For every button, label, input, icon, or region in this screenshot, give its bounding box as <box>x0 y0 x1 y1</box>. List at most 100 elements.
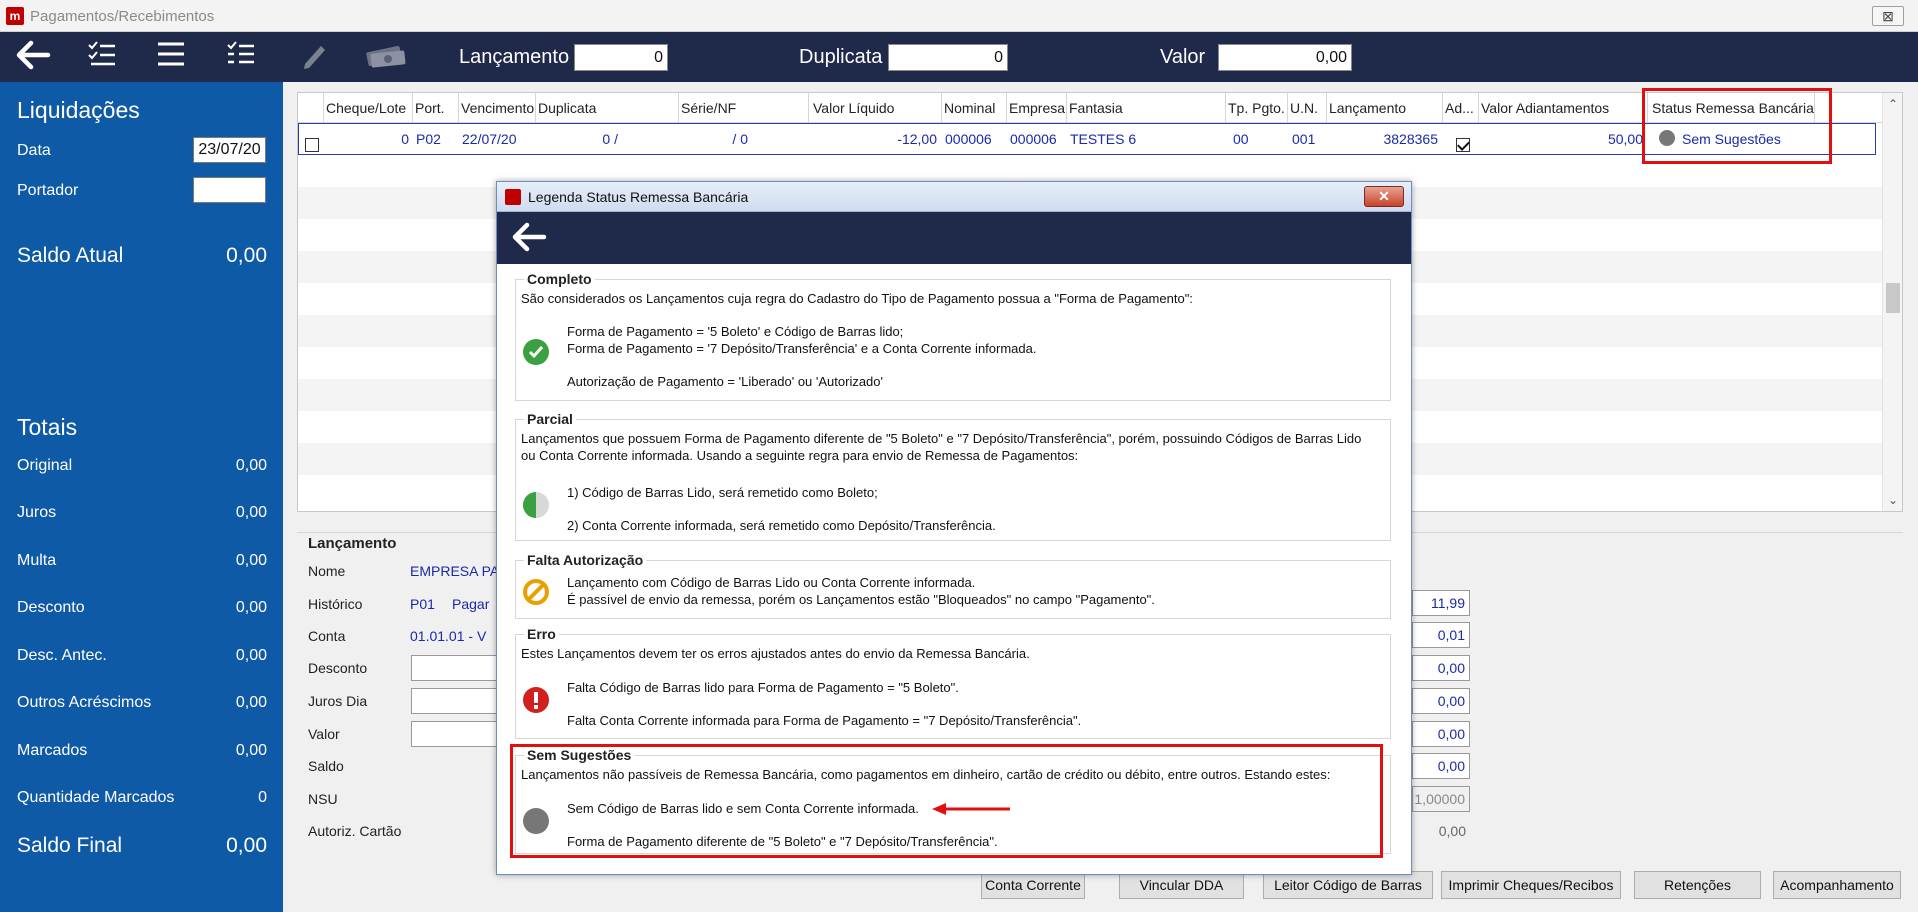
data-input[interactable]: 23/07/20 <box>193 137 266 163</box>
imprimir-cheques-button[interactable]: Imprimir Cheques/Recibos <box>1441 871 1621 899</box>
col-header[interactable]: Cheque/Lote <box>326 100 406 116</box>
section-intro: Lançamentos que possuem Forma de Pagamen… <box>521 431 1362 446</box>
scrollbar-thumb[interactable] <box>1886 283 1900 313</box>
table-row[interactable]: 0 P02 22/07/20 0 / / 0 -12,00 000006 000… <box>298 123 1876 155</box>
right-value-field[interactable]: 0,00 <box>1412 688 1470 714</box>
totais-row: Outros Acréscimos 0,00 <box>17 694 267 712</box>
col-header[interactable]: Duplicata <box>538 100 596 116</box>
section-intro: ou Conta Corrente informada. Usando a se… <box>521 448 1079 463</box>
half-circle-icon <box>522 491 550 519</box>
totais-value: 0,00 <box>235 647 267 664</box>
right-value-field[interactable]: 11,99 <box>1412 590 1470 616</box>
legend-section-falta-autorizacao: Falta Autorização Lançamento com Código … <box>515 552 1391 619</box>
vincular-dda-button[interactable]: Vincular DDA <box>1119 871 1244 899</box>
right-value-field[interactable]: 0,00 <box>1412 655 1470 681</box>
valor-field[interactable] <box>411 721 501 747</box>
totais-row: Quantidade Marcados 0 <box>17 789 267 807</box>
col-header[interactable]: Série/NF <box>681 100 736 116</box>
cell-duplicata: 0 / <box>602 131 618 147</box>
main-toolbar: Lançamento 0 Duplicata 0 Valor 0,00 <box>0 32 1918 82</box>
autoriz-cartao-label: Autoriz. Cartão <box>308 823 402 839</box>
totais-label: Desc. Antec. <box>17 647 107 664</box>
red-arrow-icon <box>932 803 1010 815</box>
totais-label: Desconto <box>17 599 85 616</box>
retencoes-button[interactable]: Retenções <box>1634 871 1761 899</box>
cell-valor-liquido: -12,00 <box>897 131 937 147</box>
legend-section-parcial: Parcial Lançamentos que possuem Forma de… <box>515 411 1391 541</box>
sidebar: Liquidações Data 23/07/20 Portador Saldo… <box>0 82 283 912</box>
totais-row: Juros 0,00 <box>17 504 267 522</box>
highlight-status-column <box>1642 88 1832 164</box>
section-line: Falta Código de Barras lido para Forma d… <box>567 680 959 695</box>
totais-label: Quantidade Marcados <box>17 789 175 806</box>
section-line: 1) Código de Barras Lido, será remetido … <box>567 485 878 500</box>
totais-label: Outros Acréscimos <box>17 694 152 711</box>
section-line: Forma de Pagamento = '5 Boleto' e Código… <box>567 324 904 339</box>
error-red-icon <box>522 686 550 714</box>
col-header[interactable]: Lançamento <box>1329 100 1406 116</box>
lancamento-panel-title: Lançamento <box>308 535 397 552</box>
right-value-field[interactable]: 0,00 <box>1412 721 1470 747</box>
historico-label: Histórico <box>308 596 363 612</box>
portador-input[interactable] <box>193 177 266 203</box>
col-header[interactable]: Empresa <box>1009 100 1065 116</box>
col-header[interactable]: Valor Líquido <box>813 100 894 116</box>
section-line: Forma de Pagamento = '7 Depósito/Transfe… <box>567 341 1037 356</box>
acompanhamento-button[interactable]: Acompanhamento <box>1773 871 1901 899</box>
col-header[interactable]: U.N. <box>1290 100 1318 116</box>
duplicata-input[interactable]: 0 <box>888 44 1008 71</box>
money-icon[interactable] <box>362 40 410 74</box>
section-intro: São considerados os Lançamentos cuja reg… <box>521 291 1193 306</box>
lancamento-input[interactable]: 0 <box>574 44 668 71</box>
grid-scrollbar[interactable]: ⌃ ⌄ <box>1882 93 1902 511</box>
pencil-icon[interactable] <box>295 40 333 74</box>
col-header[interactable]: Port. <box>415 100 445 116</box>
conta-corrente-button[interactable]: Conta Corrente <box>981 871 1085 899</box>
app-icon <box>505 189 521 205</box>
list-check-icon[interactable] <box>222 40 260 74</box>
col-header[interactable]: Fantasia <box>1069 100 1123 116</box>
right-value-field[interactable]: 0,01 <box>1412 622 1470 648</box>
totais-row: Multa 0,00 <box>17 552 267 570</box>
row-checkbox[interactable] <box>305 138 319 152</box>
adiantamento-checkbox[interactable] <box>1456 138 1470 152</box>
window-title: Pagamentos/Recebimentos <box>30 8 215 25</box>
liquidacoes-title: Liquidações <box>17 97 140 123</box>
window-close-button[interactable]: ⊠ <box>1872 6 1904 26</box>
dialog-close-button[interactable]: ✕ <box>1364 186 1404 207</box>
menu-icon[interactable] <box>152 40 190 74</box>
right-value-field[interactable]: 0,00 <box>1412 753 1470 779</box>
valor-input[interactable]: 0,00 <box>1218 44 1352 71</box>
cell-serie: / 0 <box>732 131 748 147</box>
totais-row: Desconto 0,00 <box>17 599 267 617</box>
col-header[interactable]: Nominal <box>944 100 995 116</box>
chevron-down-icon[interactable]: ⌄ <box>1883 493 1903 507</box>
col-header[interactable]: Vencimento <box>461 100 534 116</box>
totais-label: Juros <box>17 504 57 521</box>
checklist-icon[interactable] <box>83 40 121 74</box>
saldo-label: Saldo <box>308 758 344 774</box>
totais-label: Marcados <box>17 742 88 759</box>
dialog-toolbar <box>497 212 1411 264</box>
totais-value: 0 <box>258 789 267 806</box>
totais-value: 0,00 <box>235 552 267 569</box>
col-header[interactable]: Valor Adiantamentos <box>1481 100 1609 116</box>
col-header[interactable]: Tp. Pgto. <box>1228 100 1285 116</box>
blocked-icon <box>522 578 550 606</box>
cell-un: 001 <box>1292 131 1316 147</box>
back-arrow-icon[interactable] <box>511 222 547 255</box>
conta-label: Conta <box>308 628 346 644</box>
col-header[interactable]: Ad... <box>1445 100 1474 116</box>
cell-valor-adiantamentos: 50,00 <box>1607 131 1643 147</box>
juros-dia-field[interactable] <box>411 688 501 714</box>
saldo-final-label: Saldo Final <box>17 834 123 857</box>
cell-nominal: 000006 <box>945 131 992 147</box>
back-arrow-icon[interactable] <box>14 40 52 74</box>
legend-section-erro: Erro Estes Lançamentos devem ter os erro… <box>515 626 1391 739</box>
totais-title: Totais <box>17 414 78 440</box>
desconto-field[interactable] <box>411 655 501 681</box>
dialog-title-bar: Legenda Status Remessa Bancária ✕ <box>497 182 1411 212</box>
chevron-up-icon[interactable]: ⌃ <box>1883 97 1903 111</box>
cell-vencimento: 22/07/20 <box>462 131 517 147</box>
leitor-codigo-barras-button[interactable]: Leitor Código de Barras <box>1263 871 1433 899</box>
